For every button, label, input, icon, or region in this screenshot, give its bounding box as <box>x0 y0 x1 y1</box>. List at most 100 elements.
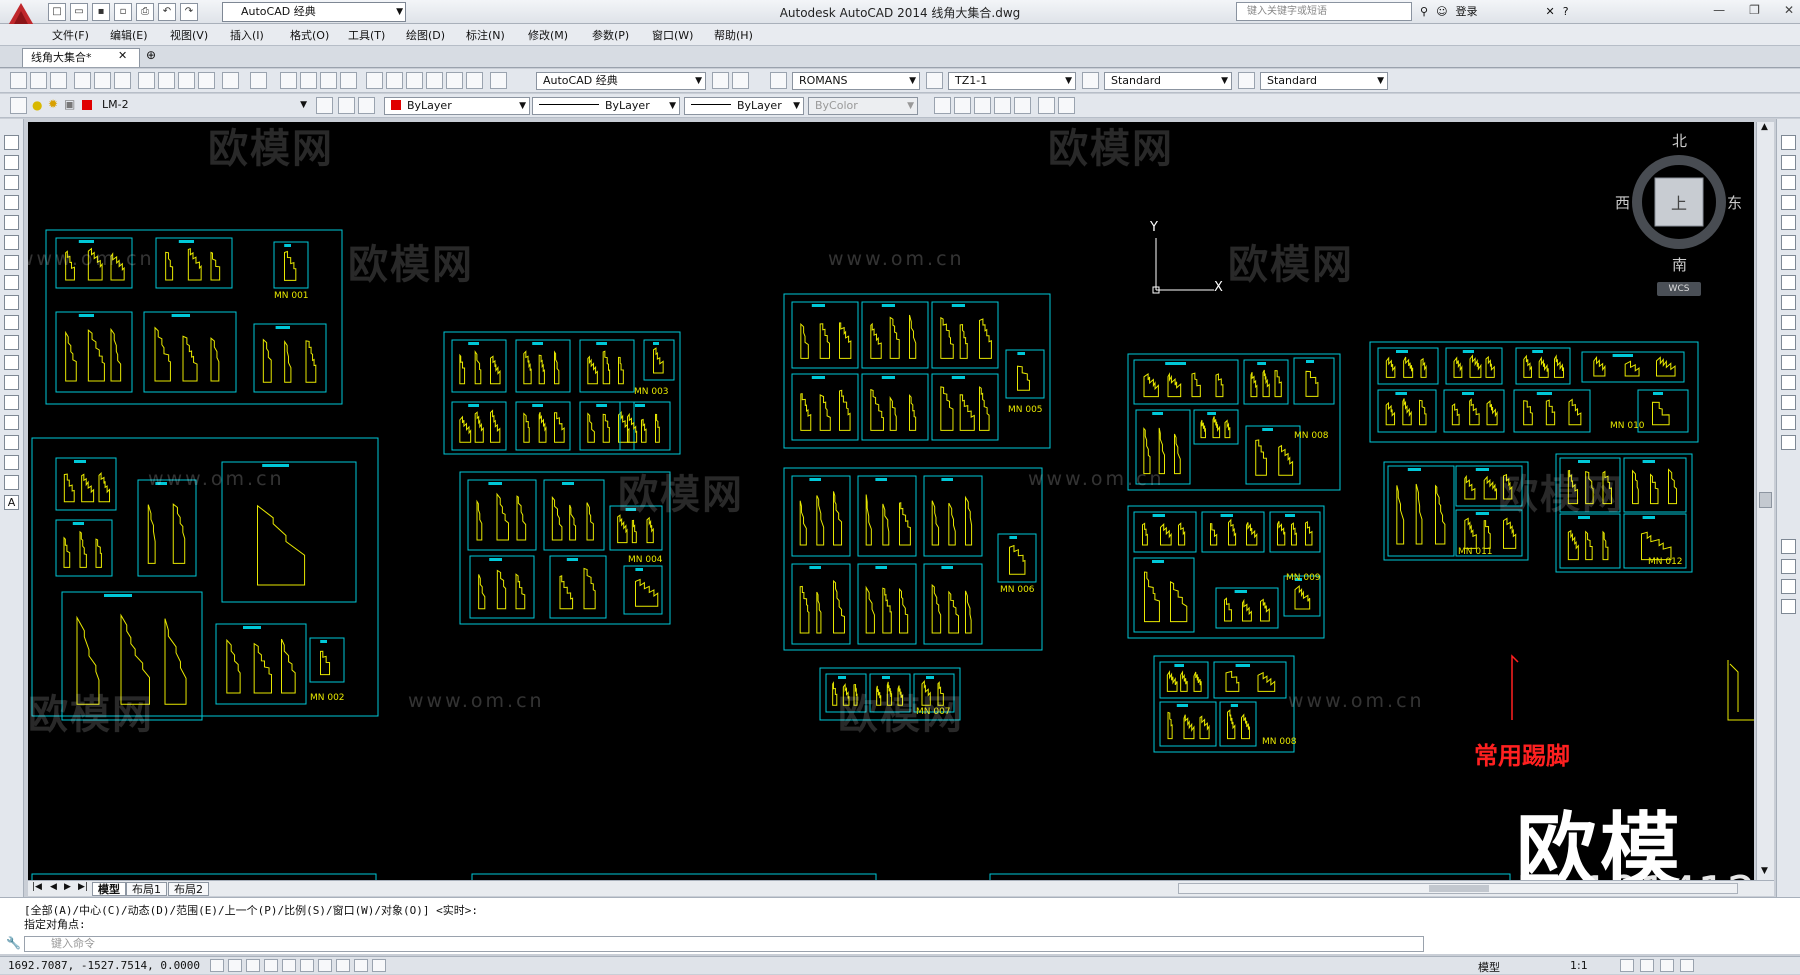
join-icon[interactable] <box>1781 375 1796 390</box>
menu-edit[interactable]: 编辑(E) <box>110 27 148 43</box>
array-icon[interactable] <box>1781 215 1796 230</box>
redo-icon[interactable]: ↷ <box>180 3 198 21</box>
zoom-previous-icon[interactable] <box>340 72 357 89</box>
otrack-toggle-icon[interactable] <box>300 959 314 972</box>
tool-palettes-icon[interactable] <box>406 72 423 89</box>
snap-toggle-icon[interactable] <box>210 959 224 972</box>
menu-format[interactable]: 格式(O) <box>290 27 329 43</box>
scroll-down-icon[interactable]: ▼ <box>1761 866 1768 876</box>
hatch-icon[interactable] <box>4 415 19 430</box>
print-icon[interactable] <box>74 72 91 89</box>
dyn-toggle-icon[interactable] <box>336 959 350 972</box>
layer-match-icon[interactable] <box>1014 97 1031 114</box>
user-icon[interactable]: ☺ <box>1436 5 1447 18</box>
viewcube-face-top[interactable]: 上 <box>1671 190 1687 214</box>
mtext-icon[interactable]: A <box>4 495 19 510</box>
binoculars-icon[interactable]: ⚲ <box>1420 5 1428 18</box>
layer-lock-icon[interactable] <box>994 97 1011 114</box>
lwt-toggle-icon[interactable] <box>354 959 368 972</box>
draw-order-icon[interactable] <box>1781 539 1796 554</box>
break-icon[interactable] <box>1781 355 1796 370</box>
tab-nav-first-icon[interactable]: |◀ <box>32 882 42 892</box>
revision-cloud-icon[interactable] <box>4 275 19 290</box>
layer-state-icon[interactable] <box>358 97 375 114</box>
table-style-icon[interactable] <box>1082 72 1099 89</box>
send-back-icon[interactable] <box>1781 579 1796 594</box>
layer-previous-icon[interactable] <box>338 97 355 114</box>
lineweight-dropdown[interactable]: ByLayer ▼ <box>684 97 804 115</box>
linetype-dropdown[interactable]: ByLayer ▼ <box>532 97 680 115</box>
menu-dimension[interactable]: 标注(N) <box>466 27 505 43</box>
make-block-icon[interactable] <box>4 375 19 390</box>
extend-icon[interactable] <box>1781 335 1796 350</box>
point-icon[interactable] <box>4 395 19 410</box>
menu-help[interactable]: 帮助(H) <box>714 27 753 43</box>
vertical-scrollbar[interactable]: ▲ ▼ <box>1756 122 1774 880</box>
gradient-icon[interactable] <box>4 435 19 450</box>
markup-icon[interactable] <box>446 72 463 89</box>
zoom-realtime-icon[interactable] <box>300 72 317 89</box>
new-tab-icon[interactable]: ⊕ <box>146 48 156 62</box>
pan-icon[interactable] <box>280 72 297 89</box>
text-style-icon[interactable] <box>770 72 787 89</box>
undo-icon[interactable]: ↶ <box>158 3 176 21</box>
close-icon[interactable]: ✕ <box>1784 3 1794 17</box>
tab-layout1[interactable]: 布局1 <box>126 882 167 896</box>
polyline-icon[interactable] <box>4 175 19 190</box>
close-tab-icon[interactable]: ✕ <box>118 49 127 62</box>
menu-parametric[interactable]: 参数(P) <box>592 27 629 43</box>
wcs-menu[interactable]: WCS <box>1657 282 1701 296</box>
sun-icon[interactable]: ✹ <box>48 97 58 111</box>
menu-draw[interactable]: 绘图(D) <box>406 27 445 43</box>
save-toolbar-icon[interactable] <box>50 72 67 89</box>
annotation-scale[interactable]: 1:1 <box>1570 959 1588 972</box>
menu-view[interactable]: 视图(V) <box>170 27 208 43</box>
tab-nav-prev-icon[interactable]: ◀ <box>50 882 57 892</box>
workspace-select[interactable]: AutoCAD 经典 ▼ <box>222 2 406 22</box>
layer-freeze-icon[interactable] <box>974 97 991 114</box>
horizontal-scrollbar[interactable] <box>1178 883 1738 894</box>
undo-toolbar-icon[interactable] <box>222 72 239 89</box>
zoom-window-icon[interactable] <box>320 72 337 89</box>
tab-layout2[interactable]: 布局2 <box>168 882 209 896</box>
calculator-icon[interactable] <box>466 72 483 89</box>
exchange-icon[interactable]: ✕ <box>1546 5 1555 18</box>
new-icon[interactable] <box>10 72 27 89</box>
compass-east[interactable]: 东 <box>1727 192 1742 213</box>
save-as-icon[interactable]: ▫ <box>114 3 132 21</box>
tpy-toggle-icon[interactable] <box>372 959 386 972</box>
help-icon[interactable]: ? <box>1563 5 1569 18</box>
region-icon[interactable] <box>4 455 19 470</box>
rotate-icon[interactable] <box>1781 255 1796 270</box>
save-icon[interactable]: ▪ <box>92 3 110 21</box>
menu-tools[interactable]: 工具(T) <box>348 27 385 43</box>
multileader-style-icon[interactable] <box>1238 72 1255 89</box>
layer-merge-icon[interactable] <box>1038 97 1055 114</box>
polygon-icon[interactable] <box>4 195 19 210</box>
search-input[interactable]: 键入关键字或短语 <box>1236 2 1412 21</box>
polar-toggle-icon[interactable] <box>264 959 278 972</box>
compass-west[interactable]: 西 <box>1615 192 1630 213</box>
redo-toolbar-icon[interactable] <box>250 72 267 89</box>
line-tool-icon[interactable] <box>4 135 19 150</box>
layer-properties-icon[interactable] <box>10 97 27 114</box>
scale-icon[interactable] <box>1781 275 1796 290</box>
text-style-dropdown[interactable]: ROMANS ▼ <box>792 72 920 90</box>
move-icon[interactable] <box>1781 235 1796 250</box>
plot-icon[interactable]: ⎙ <box>136 3 154 21</box>
cut-icon[interactable] <box>138 72 155 89</box>
lock-icon[interactable]: ▣ <box>64 97 75 111</box>
bring-front-icon[interactable] <box>1781 559 1796 574</box>
grid-toggle-icon[interactable] <box>228 959 242 972</box>
osnap-toggle-icon[interactable] <box>282 959 296 972</box>
horizontal-scroll-thumb[interactable] <box>1429 885 1489 892</box>
compass-south[interactable]: 南 <box>1672 254 1687 275</box>
help-toolbar-icon[interactable] <box>490 72 507 89</box>
restore-icon[interactable]: ❐ <box>1749 3 1760 17</box>
text-front-icon[interactable] <box>1781 599 1796 614</box>
wrench-icon[interactable]: 🔧 <box>6 936 21 950</box>
model-space-canvas[interactable]: MN 001 MN 002 MN 003 MN 004 MN 005 MN 006 MN 0… <box>28 122 1754 880</box>
menu-insert[interactable]: 插入(I) <box>230 27 264 43</box>
rectangle-icon[interactable] <box>4 215 19 230</box>
copy-icon[interactable] <box>158 72 175 89</box>
